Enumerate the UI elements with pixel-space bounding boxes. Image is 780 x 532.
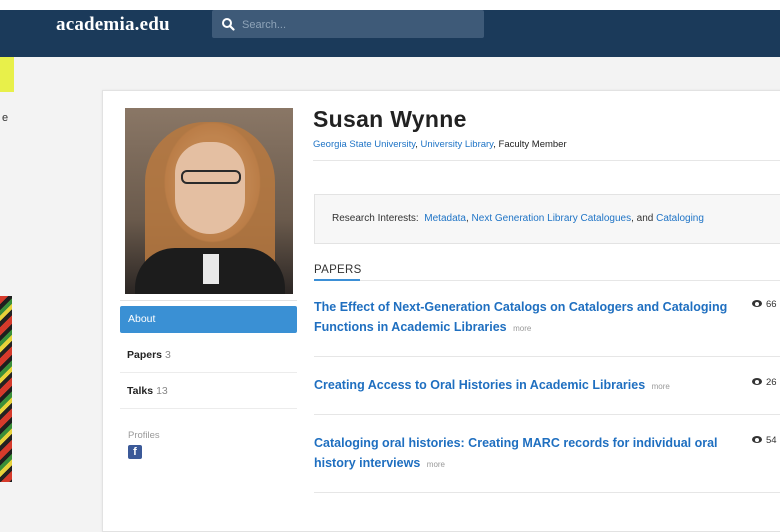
paper-item: Creating Access to Oral Histories in Aca… xyxy=(314,375,780,397)
more-link[interactable]: more xyxy=(652,382,670,391)
profiles-label: Profiles xyxy=(128,430,160,441)
search-icon xyxy=(222,18,235,31)
header-divider xyxy=(313,160,780,161)
eye-icon xyxy=(752,378,762,385)
university-link[interactable]: Georgia State University xyxy=(313,139,415,150)
paper-title-text: Creating Access to Oral Histories in Aca… xyxy=(314,378,646,392)
papers-divider xyxy=(360,280,780,281)
more-link[interactable]: more xyxy=(513,324,531,333)
papers-heading[interactable]: PAPERS xyxy=(314,264,362,276)
department-link[interactable]: University Library xyxy=(421,139,494,150)
more-link[interactable]: more xyxy=(427,460,445,469)
view-count: 26 xyxy=(752,377,777,388)
profile-affiliation: Georgia State University, University Lib… xyxy=(313,139,567,150)
search-input[interactable] xyxy=(240,14,474,36)
view-count: 66 xyxy=(752,299,777,310)
profile-name: Susan Wynne xyxy=(313,106,467,132)
nav-item-label: Papers xyxy=(127,349,163,361)
nav-item-count: 3 xyxy=(165,349,171,361)
paper-item: The Effect of Next-Generation Catalogs o… xyxy=(314,297,780,339)
paper-title-link[interactable]: The Effect of Next-Generation Catalogs o… xyxy=(314,297,744,339)
paper-title-link[interactable]: Cataloging oral histories: Creating MARC… xyxy=(314,433,744,475)
paper-divider xyxy=(314,414,780,415)
facebook-icon[interactable]: f xyxy=(128,445,142,459)
background-partial-text: e xyxy=(2,112,9,124)
paper-divider xyxy=(314,492,780,493)
view-count-value: 54 xyxy=(766,435,777,446)
research-interests-label: Research Interests: xyxy=(332,213,419,224)
top-white-strip xyxy=(0,0,780,10)
paper-title-text: Cataloging oral histories: Creating MARC… xyxy=(314,436,718,470)
nav-item-talks[interactable]: Talks 13 xyxy=(120,374,297,409)
eye-icon xyxy=(752,436,762,443)
nav-item-about[interactable]: About xyxy=(120,306,297,333)
eye-icon xyxy=(752,300,762,307)
profile-photo xyxy=(125,108,293,294)
view-count-value: 66 xyxy=(766,299,777,310)
paper-item: Cataloging oral histories: Creating MARC… xyxy=(314,433,780,475)
nav-item-papers[interactable]: Papers 3 xyxy=(120,338,297,373)
interest-link[interactable]: Metadata xyxy=(424,213,466,224)
academia-logo[interactable]: academia.edu xyxy=(56,14,170,36)
paper-divider xyxy=(314,356,780,357)
role-text: Faculty Member xyxy=(498,139,567,150)
nav-item-count: 13 xyxy=(156,385,168,397)
research-interests-box: Research Interests: Metadata, Next Gener… xyxy=(314,194,780,244)
paper-title-link[interactable]: Creating Access to Oral Histories in Aca… xyxy=(314,375,744,397)
interest-separator: , and xyxy=(631,213,657,224)
view-count-value: 26 xyxy=(766,377,777,388)
interest-link[interactable]: Cataloging xyxy=(656,213,704,224)
interest-link[interactable]: Next Generation Library Catalogues xyxy=(472,213,632,224)
background-artwork xyxy=(0,296,12,482)
top-navigation-bar: academia.edu xyxy=(0,0,780,57)
papers-heading-underline xyxy=(314,279,360,281)
search-box[interactable] xyxy=(212,10,484,38)
view-count: 54 xyxy=(752,435,777,446)
nav-item-label: Talks xyxy=(127,385,154,397)
nav-divider xyxy=(120,300,297,301)
